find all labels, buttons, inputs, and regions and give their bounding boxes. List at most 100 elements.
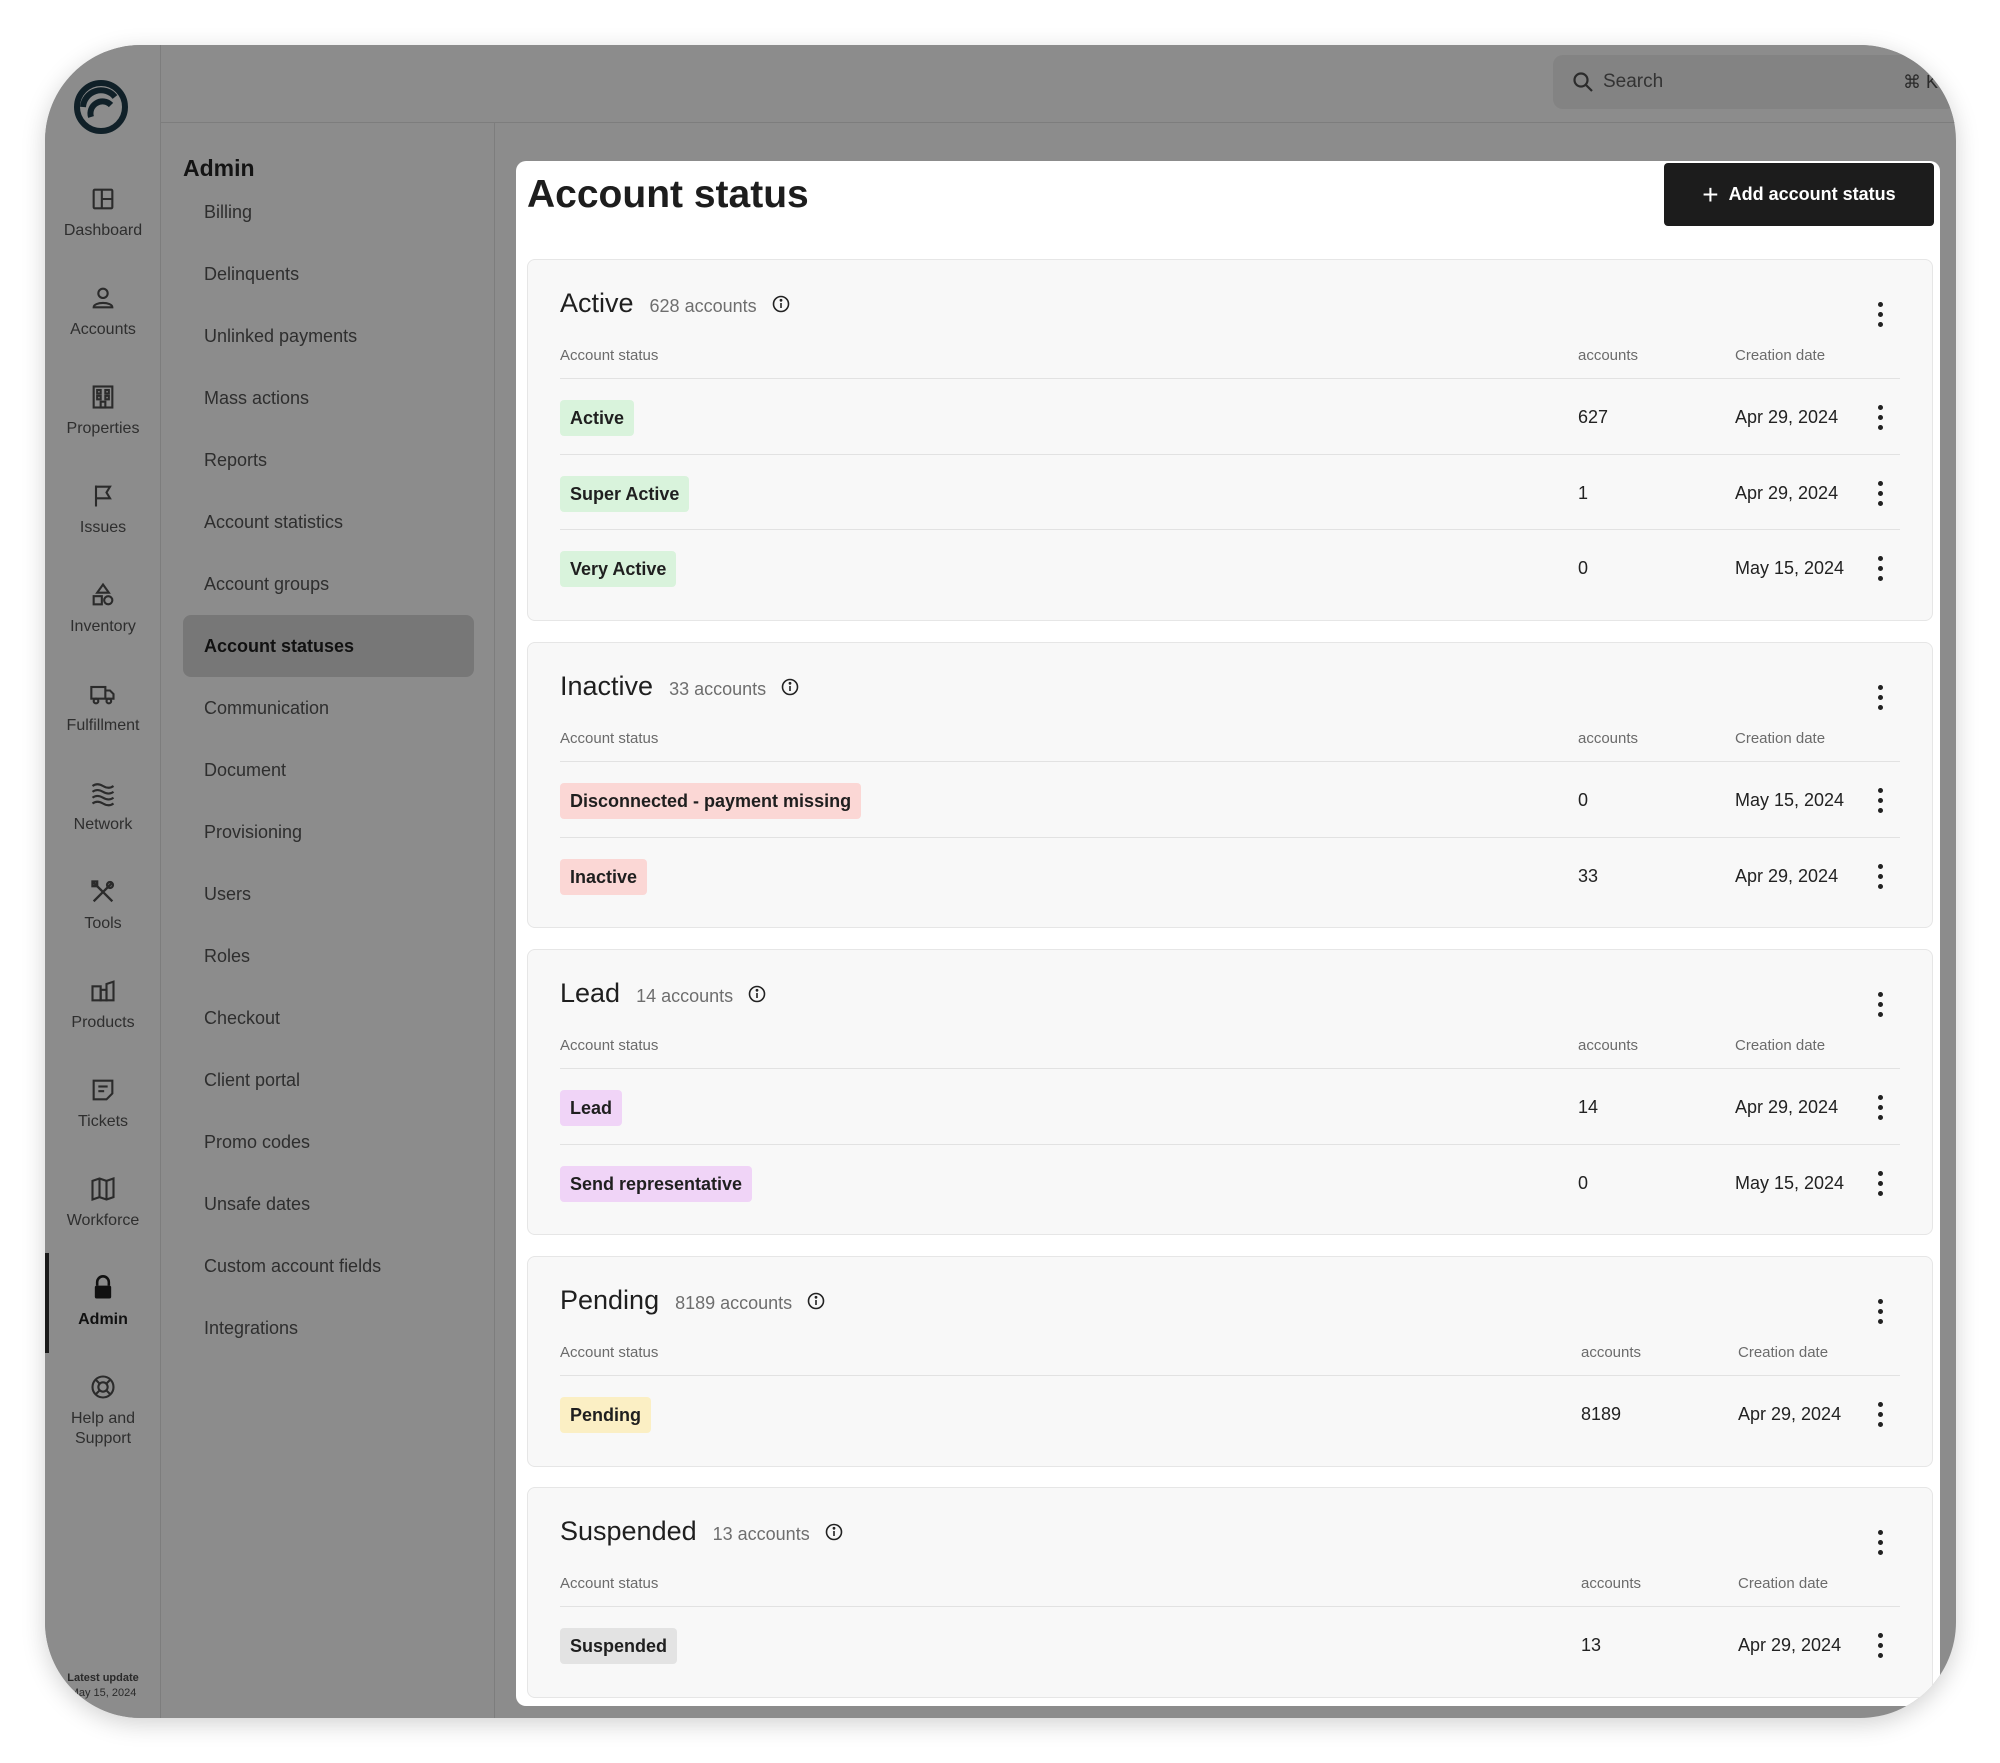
row-menu-icon[interactable]	[1868, 1091, 1892, 1123]
latest-update-date: May 15, 2024	[69, 1687, 137, 1699]
add-account-status-button[interactable]: + Add account status	[1664, 163, 1934, 226]
accounts-value: 1	[1578, 483, 1589, 503]
table-row[interactable]: Very Active 0 May 15, 2024	[560, 529, 1900, 604]
column-header-status: Account status	[560, 1575, 659, 1592]
rail-item-issues[interactable]: Issues	[45, 482, 161, 572]
truck-icon	[90, 685, 115, 705]
column-header-accounts: accounts	[1581, 1575, 1642, 1592]
row-menu-icon[interactable]	[1868, 1629, 1892, 1661]
sidebar-item-account-groups[interactable]: Account groups	[183, 553, 474, 615]
group-name: Lead	[560, 978, 621, 1008]
sidebar-item-communication[interactable]: Communication	[183, 677, 474, 739]
row-menu-icon[interactable]	[1868, 860, 1892, 892]
creation-date: Apr 29, 2024	[1735, 866, 1839, 886]
column-header-accounts: accounts	[1581, 1344, 1642, 1361]
rail-item-workforce[interactable]: Workforce	[45, 1175, 161, 1265]
sidebar-item-checkout[interactable]: Checkout	[183, 987, 474, 1049]
sidebar-item-billing[interactable]: Billing	[183, 181, 474, 243]
creation-date: May 15, 2024	[1735, 790, 1845, 810]
rail-item-help-and-support[interactable]: Help and Support	[45, 1373, 161, 1463]
rail-item-label: Properties	[66, 420, 140, 437]
table-row[interactable]: Send representative 0 May 15, 2024	[560, 1144, 1900, 1219]
accounts-value: 13	[1581, 1635, 1602, 1655]
row-menu-icon[interactable]	[1868, 784, 1892, 816]
table-row[interactable]: Disconnected - payment missing 0 May 15,…	[560, 762, 1900, 837]
sidebar-item-account-statuses[interactable]: Account statuses	[183, 615, 474, 677]
table-row[interactable]: Super Active 1 Apr 29, 2024	[560, 454, 1900, 529]
rail-item-properties[interactable]: Properties	[45, 383, 161, 473]
group-name: Inactive	[560, 671, 654, 701]
rail-item-dashboard[interactable]: Dashboard	[45, 185, 161, 275]
table-row[interactable]: Lead 14 Apr 29, 2024	[560, 1069, 1900, 1144]
sidebar-item-delinquents[interactable]: Delinquents	[183, 243, 474, 305]
row-menu-icon[interactable]	[1868, 1167, 1892, 1199]
sidebar-item-reports[interactable]: Reports	[183, 429, 474, 491]
creation-date: Apr 29, 2024	[1735, 483, 1839, 503]
rail-item-inventory[interactable]: Inventory	[45, 581, 161, 671]
row-menu-icon[interactable]	[1868, 401, 1892, 433]
search-placeholder: Search	[1603, 71, 1664, 92]
row-menu-icon[interactable]	[1868, 1398, 1892, 1430]
map-icon	[91, 1177, 115, 1201]
group-menu-icon[interactable]	[1868, 298, 1892, 330]
creation-date: May 15, 2024	[1735, 1173, 1845, 1193]
ticket-icon	[92, 1079, 114, 1101]
rail-item-network[interactable]: Network	[45, 779, 161, 869]
sidebar-item-document[interactable]: Document	[183, 739, 474, 801]
rail-item-label: Workforce	[66, 1212, 140, 1229]
sidebar-item-mass-actions[interactable]: Mass actions	[183, 367, 474, 429]
info-icon[interactable]	[824, 1522, 844, 1542]
table-row[interactable]: Pending 8189 Apr 29, 2024	[560, 1376, 1900, 1451]
rail-item-tickets[interactable]: Tickets	[45, 1076, 161, 1166]
table-row[interactable]: Active 627 Apr 29, 2024	[560, 379, 1900, 454]
group-header: Active 628 accounts	[560, 288, 791, 319]
search-shortcut: ⌘ K	[1902, 71, 1938, 92]
top-bar: Search ⌘ K NA	[161, 45, 1956, 123]
group-menu-icon[interactable]	[1868, 681, 1892, 713]
accounts-value: 627	[1578, 407, 1609, 427]
brand-logo-icon[interactable]	[71, 77, 131, 137]
group-menu-icon[interactable]	[1868, 988, 1892, 1020]
sidebar-title: Admin	[183, 155, 255, 181]
sidebar-item-provisioning[interactable]: Provisioning	[183, 801, 474, 863]
rail-item-tools[interactable]: Tools	[45, 878, 161, 968]
group-count: 13 accounts	[712, 1524, 810, 1544]
sidebar-item-users[interactable]: Users	[183, 863, 474, 925]
column-header-date: Creation date	[1735, 730, 1826, 747]
sidebar-item-unlinked-payments[interactable]: Unlinked payments	[183, 305, 474, 367]
sidebar-item-unsafe-dates[interactable]: Unsafe dates	[183, 1173, 474, 1235]
sidebar-item-client-portal[interactable]: Client portal	[183, 1049, 474, 1111]
sidebar-item-roles[interactable]: Roles	[183, 925, 474, 987]
sidebar-item-account-statistics[interactable]: Account statistics	[183, 491, 474, 553]
column-header-accounts: accounts	[1578, 347, 1639, 364]
column-header-status: Account status	[560, 1037, 659, 1054]
group-menu-icon[interactable]	[1868, 1295, 1892, 1327]
info-icon[interactable]	[771, 294, 791, 314]
info-icon[interactable]	[780, 677, 800, 697]
status-group-pending: Pending 8189 accounts Account status acc…	[527, 1256, 1933, 1467]
column-header-date: Creation date	[1738, 1344, 1829, 1361]
rail-item-products[interactable]: Products	[45, 977, 161, 1067]
status-badge: Lead	[560, 1090, 623, 1126]
app-window: Dashboard Accounts Properties Issues Inv…	[45, 45, 1956, 1718]
status-badge: Send representative	[560, 1166, 753, 1202]
page-title: Account status	[527, 173, 809, 216]
search-input[interactable]: Search ⌘ K	[1553, 55, 1956, 109]
status-group-active: Active 628 accounts Account status accou…	[527, 259, 1933, 621]
sidebar-item-integrations[interactable]: Integrations	[183, 1297, 474, 1359]
table-row[interactable]: Suspended 13 Apr 29, 2024	[560, 1607, 1900, 1682]
table-row[interactable]: Inactive 33 Apr 29, 2024	[560, 837, 1900, 912]
info-icon[interactable]	[806, 1291, 826, 1311]
icon-rail: Dashboard Accounts Properties Issues Inv…	[45, 45, 161, 1718]
sidebar-item-promo-codes[interactable]: Promo codes	[183, 1111, 474, 1173]
row-menu-icon[interactable]	[1868, 477, 1892, 509]
row-menu-icon[interactable]	[1868, 552, 1892, 584]
info-icon[interactable]	[747, 984, 767, 1004]
group-menu-icon[interactable]	[1868, 1526, 1892, 1558]
rail-item-fulfillment[interactable]: Fulfillment	[45, 680, 161, 770]
user-icon	[92, 287, 114, 309]
accounts-value: 0	[1578, 790, 1589, 810]
sidebar-item-custom-account-fields[interactable]: Custom account fields	[183, 1235, 474, 1297]
rail-item-admin[interactable]: Admin	[45, 1274, 161, 1364]
rail-item-accounts[interactable]: Accounts	[45, 284, 161, 374]
